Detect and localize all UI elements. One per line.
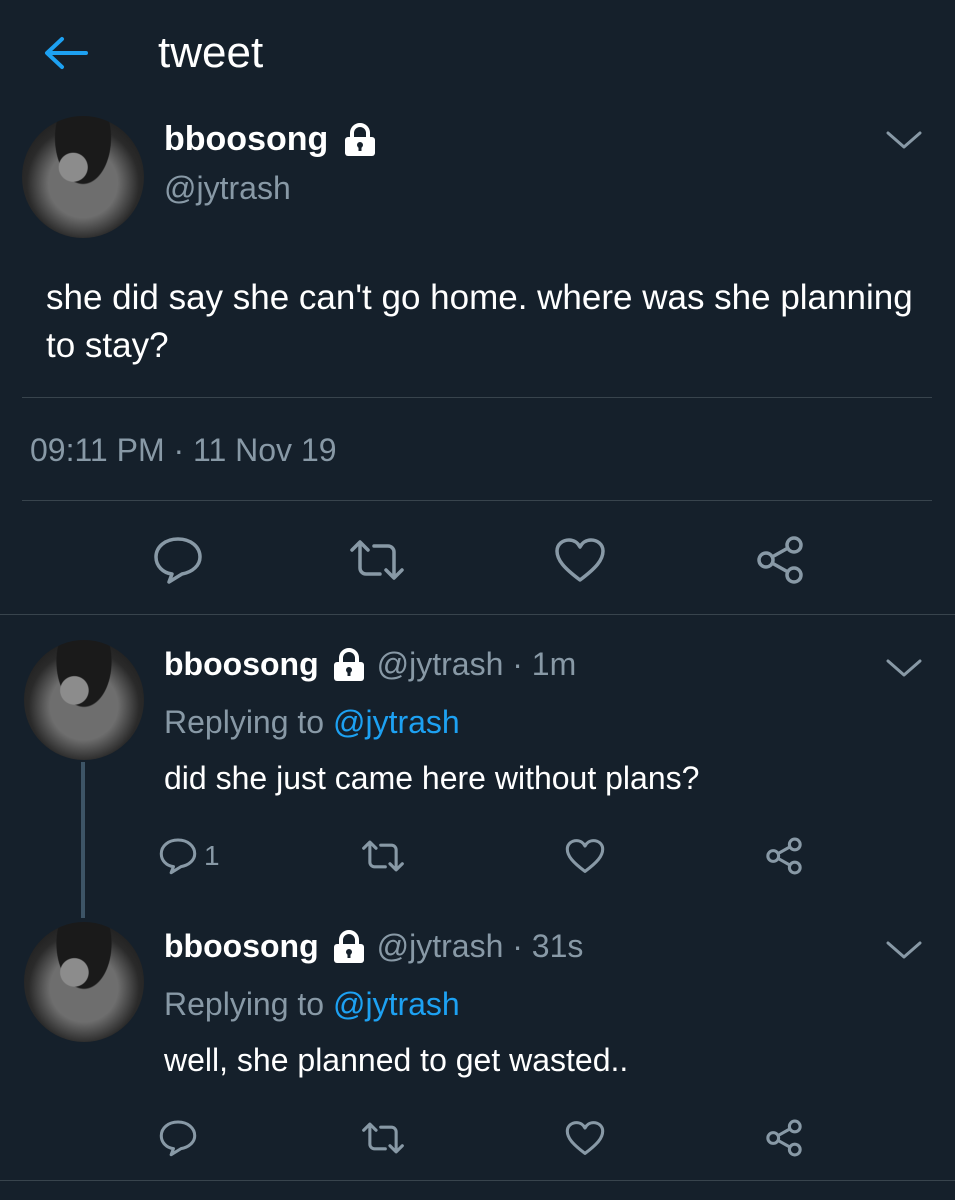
divider	[0, 1180, 955, 1181]
back-button[interactable]	[40, 30, 90, 76]
reply-text: did she just came here without plans?	[164, 760, 700, 796]
reply-text: well, she planned to get wasted..	[164, 1042, 629, 1078]
like-button[interactable]	[550, 534, 610, 586]
more-options-button[interactable]	[884, 938, 924, 967]
handle-time: @jytrash · 31s	[376, 928, 584, 964]
replying-to: Replying to @jytrash	[164, 704, 460, 741]
tweet-text: she did say she can't go home. where was…	[46, 278, 913, 365]
replying-to: Replying to @jytrash	[164, 986, 460, 1023]
like-button[interactable]	[562, 836, 608, 876]
lock-icon	[331, 647, 367, 682]
reply-count: 1	[204, 840, 220, 871]
tweet-timestamp: 09:11 PM · 11 Nov 19	[30, 432, 337, 468]
share-button[interactable]	[752, 532, 808, 588]
display-name: bboosong	[164, 928, 319, 964]
arrow-left-icon	[45, 37, 88, 69]
avatar[interactable]	[22, 116, 144, 238]
author-name[interactable]: bboosong	[164, 120, 378, 159]
share-icon	[766, 1119, 802, 1157]
divider	[0, 614, 955, 615]
lock-icon	[342, 122, 378, 157]
reply-header[interactable]: bboosong @jytrash · 31s	[164, 928, 583, 965]
share-icon	[766, 837, 802, 875]
like-button[interactable]	[562, 1118, 608, 1158]
reply-button[interactable]	[146, 532, 210, 588]
mention-link[interactable]: @jytrash	[333, 704, 460, 740]
like-icon	[565, 1121, 605, 1155]
avatar[interactable]	[24, 640, 144, 760]
author-handle[interactable]: @jytrash	[164, 170, 291, 207]
chevron-down-icon	[886, 131, 922, 149]
more-options-button[interactable]	[884, 656, 924, 685]
lock-icon	[331, 929, 367, 964]
divider	[22, 500, 932, 501]
replying-label: Replying to	[164, 704, 333, 740]
reply-button[interactable]: 1	[158, 834, 238, 878]
like-icon	[555, 538, 605, 582]
more-options-button[interactable]	[884, 128, 924, 157]
reply-header[interactable]: bboosong @jytrash · 1m	[164, 646, 576, 683]
share-button[interactable]	[762, 834, 806, 878]
divider	[22, 397, 932, 398]
chevron-down-icon	[886, 941, 922, 959]
page-title: tweet	[158, 28, 264, 77]
retweet-button[interactable]	[344, 536, 410, 584]
reply-icon	[159, 838, 197, 875]
mention-link[interactable]: @jytrash	[333, 986, 460, 1022]
reply-icon	[159, 1120, 197, 1157]
share-button[interactable]	[762, 1116, 806, 1160]
retweet-icon	[362, 1122, 404, 1154]
chevron-down-icon	[886, 659, 922, 677]
reply-button[interactable]	[158, 1116, 208, 1160]
retweet-button[interactable]	[358, 836, 408, 876]
avatar[interactable]	[24, 922, 144, 1042]
retweet-icon	[350, 540, 404, 580]
reply-icon	[154, 537, 202, 584]
handle-time: @jytrash · 1m	[376, 646, 577, 682]
replying-label: Replying to	[164, 986, 333, 1022]
retweet-icon	[362, 840, 404, 872]
thread-line	[81, 762, 85, 918]
display-name: bboosong	[164, 646, 319, 682]
like-icon	[565, 839, 605, 873]
share-icon	[757, 536, 803, 584]
retweet-button[interactable]	[358, 1118, 408, 1158]
display-name: bboosong	[164, 120, 329, 158]
